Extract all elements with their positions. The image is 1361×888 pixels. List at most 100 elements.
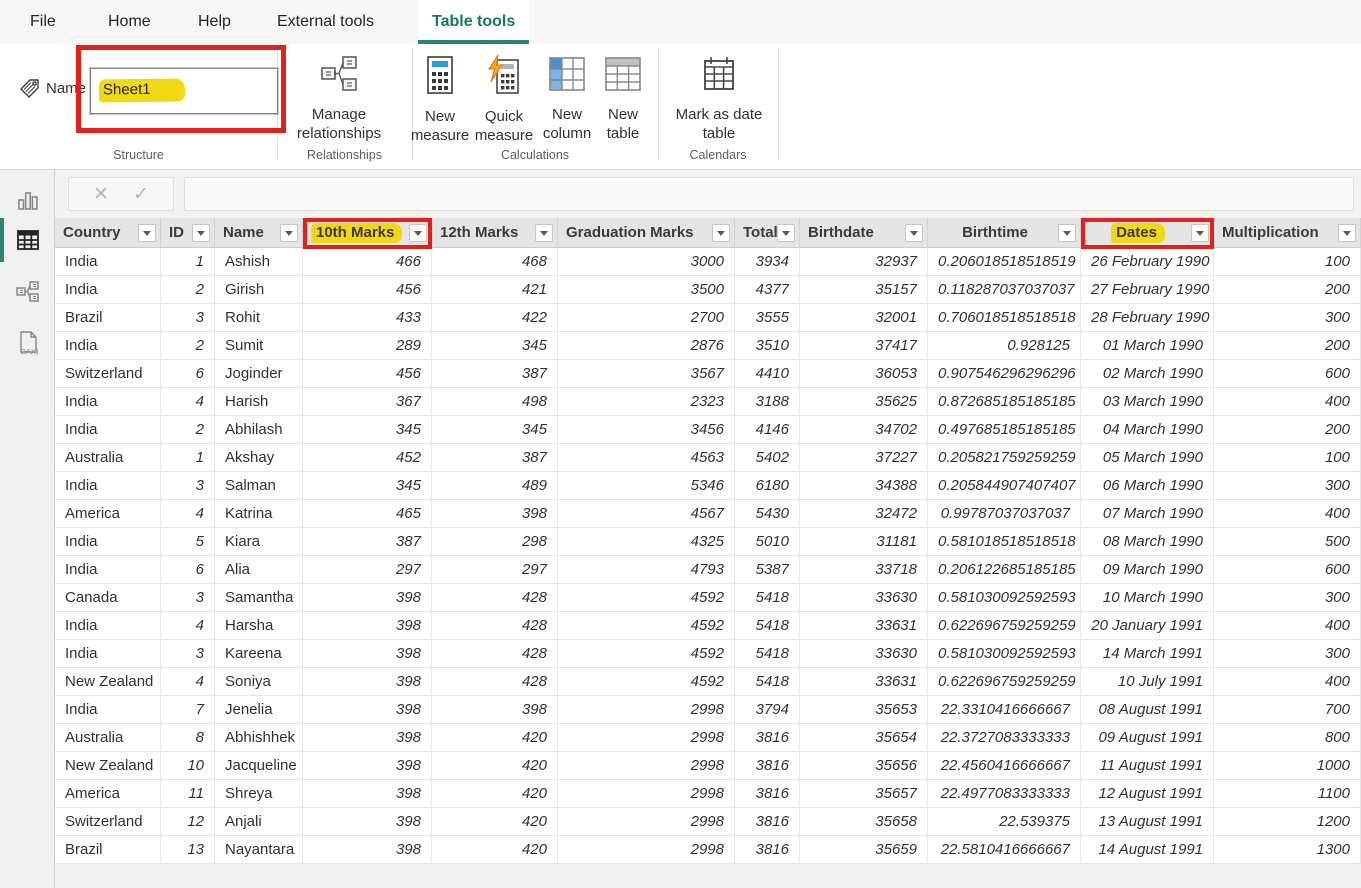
table-cell[interactable]: 300 [1214,472,1361,500]
table-cell[interactable]: 33718 [800,556,928,584]
table-cell[interactable]: Soniya [215,668,303,696]
table-cell[interactable]: 452 [303,444,432,472]
quick-measure-button[interactable]: Quick measure [471,54,537,145]
sidebar-item-report-view[interactable] [0,178,55,222]
table-cell[interactable]: 0.928125 [928,332,1081,360]
table-cell[interactable]: 22.4977083333333 [928,780,1081,808]
table-cell[interactable]: 04 March 1990 [1081,416,1214,444]
table-cell[interactable]: 4377 [735,276,800,304]
table-cell[interactable]: 600 [1214,556,1361,584]
new-measure-button[interactable]: New measure [408,54,472,145]
table-cell[interactable]: 1300 [1214,836,1361,864]
table-cell[interactable]: 0.872685185185185 [928,388,1081,416]
table-cell[interactable]: 35656 [800,752,928,780]
table-cell[interactable]: 37227 [800,444,928,472]
table-cell[interactable]: 35653 [800,696,928,724]
table-cell[interactable]: 489 [432,472,558,500]
table-cell[interactable]: India [55,556,161,584]
table-cell[interactable]: 200 [1214,276,1361,304]
table-cell[interactable]: 0.205844907407407 [928,472,1081,500]
table-cell[interactable]: 5 [161,528,215,556]
table-cell[interactable]: Australia [55,724,161,752]
table-cell[interactable]: 345 [303,472,432,500]
column-filter-dropdown[interactable] [1058,224,1076,242]
table-cell[interactable]: 300 [1214,584,1361,612]
table-cell[interactable]: Switzerland [55,360,161,388]
table-cell[interactable]: 22.3310416666667 [928,696,1081,724]
table-cell[interactable]: 1200 [1214,808,1361,836]
table-cell[interactable]: 35654 [800,724,928,752]
table-cell[interactable]: 0.581030092592593 [928,640,1081,668]
column-filter-dropdown[interactable] [280,224,298,242]
table-cell[interactable]: 3000 [558,248,735,276]
table-cell[interactable]: Canada [55,584,161,612]
table-cell[interactable]: Anjali [215,808,303,836]
table-cell[interactable]: 37417 [800,332,928,360]
table-cell[interactable]: Nayantara [215,836,303,864]
column-header[interactable]: ID [161,218,215,248]
table-cell[interactable]: 3456 [558,416,735,444]
table-cell[interactable]: 4592 [558,668,735,696]
table-cell[interactable]: Joginder [215,360,303,388]
table-cell[interactable]: 100 [1214,248,1361,276]
table-cell[interactable]: 428 [432,668,558,696]
table-cell[interactable]: 5402 [735,444,800,472]
table-cell[interactable]: 22.3727083333333 [928,724,1081,752]
table-cell[interactable]: 3 [161,472,215,500]
table-cell[interactable]: 0.99787037037037 [928,500,1081,528]
table-cell[interactable]: 10 March 1990 [1081,584,1214,612]
table-cell[interactable]: 34388 [800,472,928,500]
column-header[interactable]: 12th Marks [432,218,558,248]
table-cell[interactable]: Alia [215,556,303,584]
table-cell[interactable]: 4146 [735,416,800,444]
table-cell[interactable]: 35659 [800,836,928,864]
table-cell[interactable]: 14 August 1991 [1081,836,1214,864]
table-cell[interactable]: Brazil [55,836,161,864]
table-cell[interactable]: 498 [432,388,558,416]
table-cell[interactable]: 5418 [735,584,800,612]
table-cell[interactable]: India [55,332,161,360]
table-cell[interactable]: 1000 [1214,752,1361,780]
new-column-button[interactable]: New column [537,54,597,143]
column-header[interactable]: Total [735,218,800,248]
table-cell[interactable]: 420 [432,780,558,808]
table-cell[interactable]: 0.622696759259259 [928,668,1081,696]
table-cell[interactable]: 28 February 1990 [1081,304,1214,332]
table-cell[interactable]: 600 [1214,360,1361,388]
table-cell[interactable]: Harish [215,388,303,416]
table-cell[interactable]: Shreya [215,780,303,808]
table-cell[interactable]: 3555 [735,304,800,332]
table-cell[interactable]: 11 August 1991 [1081,752,1214,780]
formula-input[interactable] [184,177,1354,211]
table-cell[interactable]: Katrina [215,500,303,528]
table-cell[interactable]: 420 [432,836,558,864]
table-cell[interactable]: 13 August 1991 [1081,808,1214,836]
table-cell[interactable]: 20 January 1991 [1081,612,1214,640]
table-cell[interactable]: 33631 [800,612,928,640]
column-header[interactable]: Graduation Marks [558,218,735,248]
table-cell[interactable]: America [55,500,161,528]
table-cell[interactable]: 422 [432,304,558,332]
table-cell[interactable]: 3816 [735,836,800,864]
table-cell[interactable]: 0.581018518518518 [928,528,1081,556]
column-header[interactable]: Birthtime [928,218,1081,248]
table-cell[interactable]: 8 [161,724,215,752]
tab-help[interactable]: Help [184,0,245,44]
sidebar-item-data-view[interactable] [0,218,55,262]
confirm-icon[interactable]: ✓ [133,183,149,206]
tab-home[interactable]: Home [94,0,165,44]
table-cell[interactable]: 4325 [558,528,735,556]
table-cell[interactable]: 26 February 1990 [1081,248,1214,276]
table-cell[interactable]: 3500 [558,276,735,304]
table-cell[interactable]: Jacqueline [215,752,303,780]
table-cell[interactable]: 398 [303,752,432,780]
table-cell[interactable]: 1 [161,248,215,276]
table-cell[interactable]: 2 [161,276,215,304]
sidebar-item-model-view[interactable] [0,270,55,314]
table-cell[interactable]: 345 [303,416,432,444]
tab-external-tools[interactable]: External tools [263,0,388,44]
table-cell[interactable]: 420 [432,752,558,780]
table-cell[interactable]: Switzerland [55,808,161,836]
table-cell[interactable]: 468 [432,248,558,276]
table-cell[interactable]: 4592 [558,612,735,640]
